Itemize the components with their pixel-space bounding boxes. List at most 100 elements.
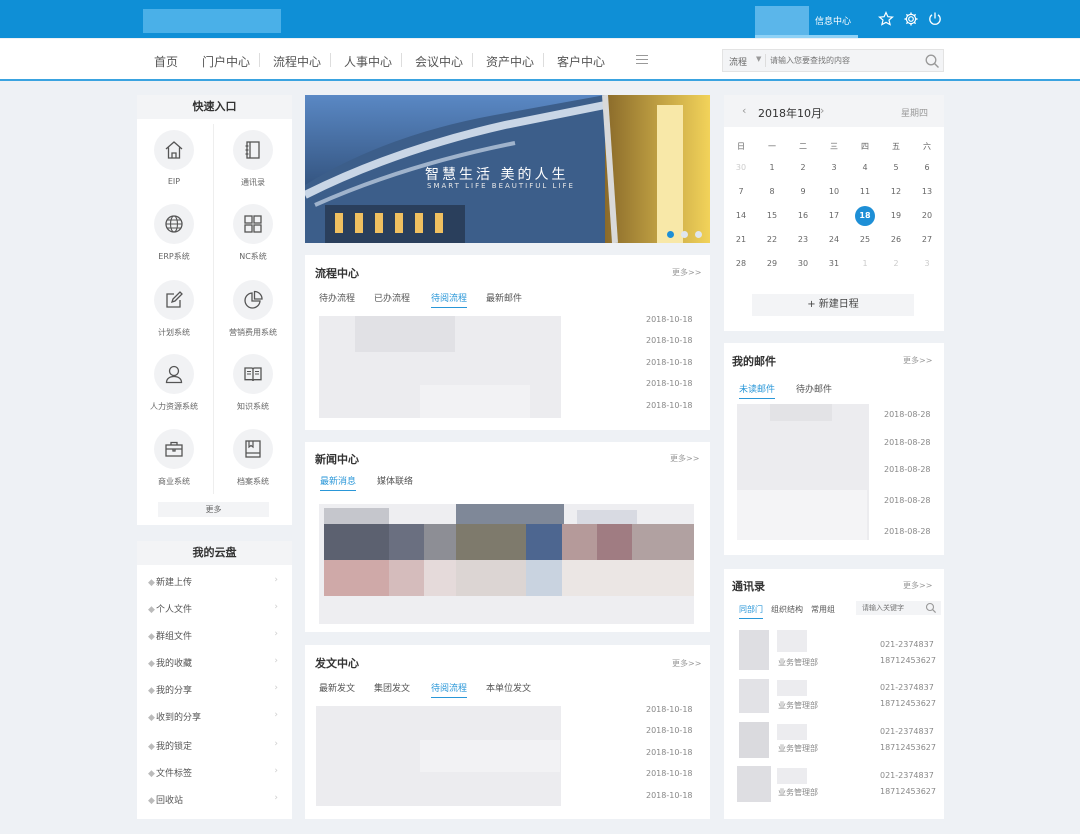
quick-item-erp[interactable]: ERP系统 xyxy=(139,204,209,262)
calendar-day[interactable]: 28 xyxy=(731,254,751,274)
tab-media[interactable]: 媒体联络 xyxy=(377,474,413,487)
quick-item-nc[interactable]: NC系统 xyxy=(218,204,288,262)
calendar-day[interactable]: 10 xyxy=(824,182,844,202)
avatar[interactable] xyxy=(739,630,769,670)
tab-common-group[interactable]: 常用组 xyxy=(811,604,835,615)
tab-group-docs[interactable]: 集团发文 xyxy=(374,681,410,694)
quick-item-commerce[interactable]: 商业系统 xyxy=(139,429,209,487)
cloud-item-recycle[interactable]: ◆回收站 › xyxy=(148,793,278,806)
search-icon[interactable] xyxy=(925,602,937,614)
calendar-day[interactable]: 25 xyxy=(855,230,875,250)
calendar-day[interactable]: 29 xyxy=(762,254,782,274)
nav-assets[interactable]: 资产中心 xyxy=(486,53,534,70)
calendar-day[interactable]: 13 xyxy=(917,182,937,202)
calendar-day[interactable]: 8 xyxy=(762,182,782,202)
quick-more-button[interactable]: 更多 xyxy=(158,502,269,517)
process-more-link[interactable]: 更多>> xyxy=(672,267,701,278)
tab-latest-mail[interactable]: 最新邮件 xyxy=(486,291,522,304)
tab-unread-mail[interactable]: 未读邮件 xyxy=(739,382,776,399)
calendar-day[interactable]: 2 xyxy=(793,158,813,178)
user-avatar[interactable] xyxy=(755,6,809,37)
avatar[interactable] xyxy=(739,722,769,758)
tab-org-structure[interactable]: 组织结构 xyxy=(771,604,803,615)
carousel-dot[interactable] xyxy=(681,231,688,238)
cloud-item-favorites[interactable]: ◆我的收藏 › xyxy=(148,656,278,669)
power-icon[interactable] xyxy=(927,11,943,27)
cloud-item-tags[interactable]: ◆文件标签 › xyxy=(148,766,278,779)
tab-todo-process[interactable]: 待办流程 xyxy=(319,291,355,304)
calendar-day[interactable]: 2 xyxy=(886,254,906,274)
logo[interactable] xyxy=(143,9,281,33)
calendar-day[interactable]: 1 xyxy=(855,254,875,274)
calendar-day[interactable]: 9 xyxy=(793,182,813,202)
calendar-day-today[interactable]: 18 xyxy=(855,206,875,226)
calendar-day[interactable]: 23 xyxy=(793,230,813,250)
calendar-day[interactable]: 30 xyxy=(731,158,751,178)
calendar-day[interactable]: 22 xyxy=(762,230,782,250)
calendar-day[interactable]: 11 xyxy=(855,182,875,202)
calendar-day[interactable]: 3 xyxy=(917,254,937,274)
calendar-day[interactable]: 1 xyxy=(762,158,782,178)
cloud-item-group[interactable]: ◆群组文件 › xyxy=(148,629,278,642)
calendar-day[interactable]: 5 xyxy=(886,158,906,178)
calendar-day[interactable]: 26 xyxy=(886,230,906,250)
carousel-dot-active[interactable] xyxy=(667,231,674,238)
quick-item-marketing[interactable]: 营销费用系统 xyxy=(218,280,288,338)
search-input[interactable] xyxy=(770,53,910,68)
quick-item-contacts[interactable]: 通讯录 xyxy=(218,130,288,188)
calendar-day[interactable]: 24 xyxy=(824,230,844,250)
calendar-day[interactable]: 14 xyxy=(731,206,751,226)
chevron-right-icon[interactable]: › xyxy=(820,104,824,117)
quick-item-eip[interactable]: EIP xyxy=(139,130,209,186)
cloud-item-received[interactable]: ◆收到的分享 › xyxy=(148,710,278,723)
news-thumbnails[interactable] xyxy=(319,504,694,624)
tab-unit-docs[interactable]: 本单位发文 xyxy=(486,681,531,694)
cloud-item-locked[interactable]: ◆我的锁定 › xyxy=(148,739,278,752)
message-center-link[interactable]: 信息中心 xyxy=(815,14,851,27)
nav-customer[interactable]: 客户中心 xyxy=(557,53,605,70)
nav-home[interactable]: 首页 xyxy=(154,53,178,70)
news-more-link[interactable]: 更多>> xyxy=(670,453,699,464)
calendar-day[interactable]: 19 xyxy=(886,206,906,226)
calendar-day[interactable]: 6 xyxy=(917,158,937,178)
nav-hr[interactable]: 人事中心 xyxy=(344,53,392,70)
calendar-day[interactable]: 4 xyxy=(855,158,875,178)
tab-todo-mail[interactable]: 待办邮件 xyxy=(796,382,832,395)
carousel-dot[interactable] xyxy=(695,231,702,238)
nav-process[interactable]: 流程中心 xyxy=(273,53,321,70)
cloud-item-personal[interactable]: ◆个人文件 › xyxy=(148,602,278,615)
mail-more-link[interactable]: 更多>> xyxy=(903,355,932,366)
search-icon[interactable] xyxy=(924,53,940,69)
tab-same-dept[interactable]: 同部门 xyxy=(739,604,763,619)
calendar-day[interactable]: 12 xyxy=(886,182,906,202)
calendar-day[interactable]: 21 xyxy=(731,230,751,250)
calendar-day[interactable]: 31 xyxy=(824,254,844,274)
cloud-item-shares[interactable]: ◆我的分享 › xyxy=(148,683,278,696)
tab-toread-process[interactable]: 待阅流程 xyxy=(431,291,468,308)
calendar-day[interactable]: 7 xyxy=(731,182,751,202)
avatar[interactable] xyxy=(737,766,771,802)
menu-icon[interactable] xyxy=(636,55,648,64)
chevron-down-icon[interactable]: ▼ xyxy=(756,55,761,63)
addressbook-more-link[interactable]: 更多>> xyxy=(903,580,932,591)
gear-icon[interactable] xyxy=(903,11,919,27)
new-schedule-button[interactable]: + 新建日程 xyxy=(752,294,914,316)
calendar-day[interactable]: 17 xyxy=(824,206,844,226)
quick-item-hr[interactable]: 人力资源系统 xyxy=(139,354,209,412)
calendar-day[interactable]: 20 xyxy=(917,206,937,226)
tab-done-process[interactable]: 已办流程 xyxy=(374,291,410,304)
quick-item-archive[interactable]: 档案系统 xyxy=(218,429,288,487)
avatar[interactable] xyxy=(739,679,769,713)
tab-latest-docs[interactable]: 最新发文 xyxy=(319,681,355,694)
nav-portal[interactable]: 门户中心 xyxy=(202,53,250,70)
docs-more-link[interactable]: 更多>> xyxy=(672,658,701,669)
cloud-item-new-upload[interactable]: ◆新建上传 › xyxy=(148,575,278,588)
calendar-day[interactable]: 30 xyxy=(793,254,813,274)
nav-meeting[interactable]: 会议中心 xyxy=(415,53,463,70)
quick-item-knowledge[interactable]: 知识系统 xyxy=(218,354,288,412)
chevron-left-icon[interactable]: ‹ xyxy=(742,104,746,117)
tab-latest-news[interactable]: 最新消息 xyxy=(320,474,357,491)
calendar-day[interactable]: 3 xyxy=(824,158,844,178)
calendar-day[interactable]: 15 xyxy=(762,206,782,226)
search-type-select[interactable]: 流程 xyxy=(729,55,747,68)
